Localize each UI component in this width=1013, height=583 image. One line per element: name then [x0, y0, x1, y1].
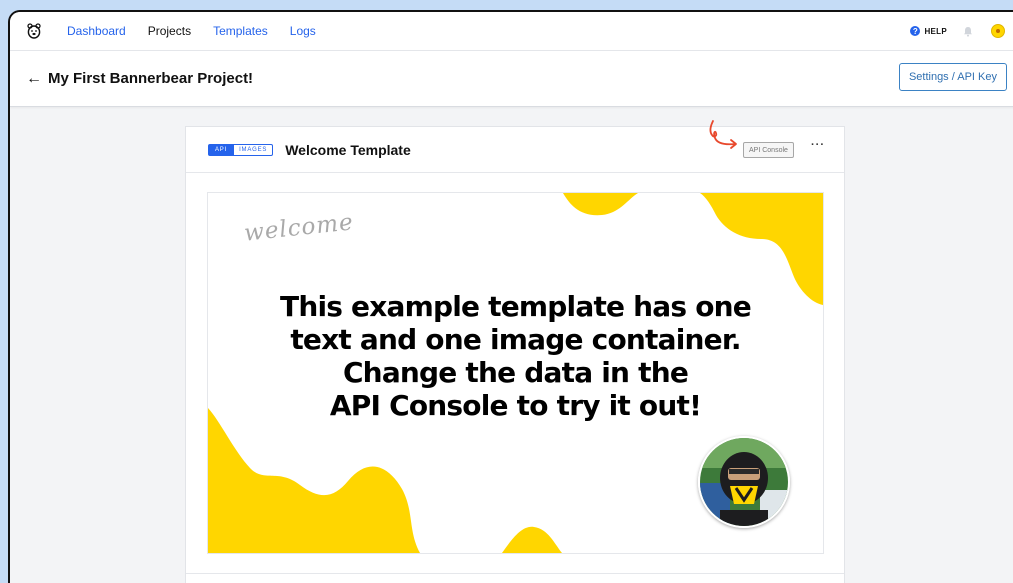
template-headline: This example template has one text and o…	[208, 290, 823, 422]
app-window: Dashboard Projects Templates Logs ? HELP…	[8, 10, 1013, 583]
headline-line: Change the data in the	[342, 356, 689, 389]
headline-line: This example template has one	[280, 290, 752, 323]
page-header: ← My First Bannerbear Project! Settings …	[10, 51, 1013, 107]
nav-right-group: ? HELP	[910, 12, 1005, 50]
api-console-button[interactable]: API Console	[743, 142, 794, 158]
template-name[interactable]: Welcome Template	[285, 142, 411, 158]
red-arrow-annotation-icon	[709, 120, 737, 149]
nav-link-templates[interactable]: Templates	[213, 24, 268, 38]
template-card-header: API IMAGES Welcome Template API Console …	[186, 120, 844, 173]
help-icon: ?	[910, 26, 921, 36]
headline-line: text and one image container.	[290, 323, 741, 356]
template-type-badge: API IMAGES	[208, 143, 274, 156]
more-options-icon[interactable]: ···	[811, 139, 825, 151]
bell-icon[interactable]	[963, 26, 973, 37]
card-divider	[186, 573, 844, 574]
avatar-icon[interactable]	[991, 24, 1005, 38]
help-label: HELP	[924, 26, 947, 36]
top-navigation: Dashboard Projects Templates Logs ? HELP	[10, 12, 1013, 51]
badge-images: IMAGES	[234, 143, 274, 156]
back-arrow-icon[interactable]: ←	[26, 70, 42, 88]
nav-link-dashboard[interactable]: Dashboard	[67, 24, 126, 38]
template-preview-image: welcome This example template has one te…	[207, 192, 824, 554]
nav-link-projects[interactable]: Projects	[148, 24, 191, 38]
badge-api: API	[208, 143, 235, 156]
page-title: My First Bannerbear Project!	[48, 70, 254, 87]
portrait-photo	[698, 436, 790, 528]
template-card: API IMAGES Welcome Template API Console …	[185, 120, 845, 583]
bear-logo-icon[interactable]	[26, 23, 42, 39]
help-button[interactable]: ? HELP	[910, 26, 947, 36]
settings-api-key-button[interactable]: Settings / API Key	[898, 63, 1007, 91]
nav-link-logs[interactable]: Logs	[290, 24, 316, 38]
headline-line: API Console to try it out!	[329, 389, 702, 422]
